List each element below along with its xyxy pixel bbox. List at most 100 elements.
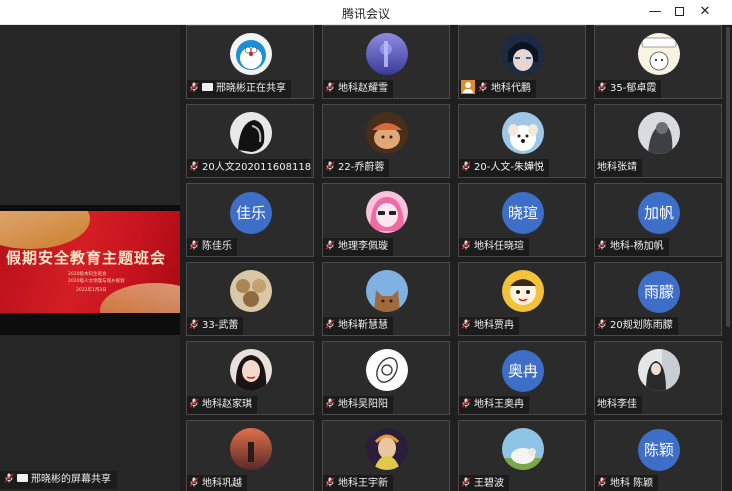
- participant-name-bar: 地科王奥冉: [459, 396, 529, 414]
- participant-tile[interactable]: 晓瑄 地科任晓瑄: [458, 183, 586, 257]
- participant-tile[interactable]: 33-武蕾: [186, 262, 314, 336]
- participant-name: 地科李佳: [597, 399, 637, 410]
- participant-tile[interactable]: 王碧波: [458, 420, 586, 491]
- slide-date: 2022年1月2日: [76, 288, 107, 293]
- slide-decoration: [0, 211, 90, 249]
- participant-tile[interactable]: 20人文202011608118...: [186, 104, 314, 178]
- muted-mic-icon: [325, 82, 335, 92]
- muted-mic-icon: [325, 161, 335, 171]
- participant-tile[interactable]: 地科王宇新: [322, 420, 450, 491]
- participant-tile[interactable]: 陈颖地科 陈颖: [594, 420, 722, 491]
- participant-name-bar: 地科-杨加帆: [595, 238, 669, 256]
- participant-tile[interactable]: 地科巩越: [186, 420, 314, 491]
- participant-avatar: [366, 112, 408, 154]
- close-button[interactable]: ✕: [694, 2, 716, 22]
- participant-avatar: [366, 33, 408, 75]
- participant-tile[interactable]: 地科贾冉: [458, 262, 586, 336]
- slide-subtitle: 2020级本科生班会: [68, 272, 107, 277]
- participant-name: 地科赵家琪: [202, 399, 252, 410]
- participant-avatar: 奥冉: [502, 350, 544, 392]
- screen-share-pane: 假期安全教育主题班会 2020级本科生班会 2020级人文地理与城乡规划 202…: [0, 25, 180, 491]
- participant-tile[interactable]: 雨朦 20规划陈雨朦: [594, 262, 722, 336]
- participant-tile[interactable]: 20-人文-朱嬅悦: [458, 104, 586, 178]
- muted-mic-icon: [461, 161, 471, 171]
- participant-name-bar: 地科王宇新: [323, 475, 393, 491]
- participant-name: 地科赵耀雪: [338, 83, 388, 94]
- maximize-button[interactable]: [668, 2, 690, 22]
- minimize-button[interactable]: —: [644, 2, 666, 22]
- participant-name-bar: 33-武蕾: [187, 317, 244, 335]
- participant-name: 20规划陈雨朦: [610, 320, 673, 331]
- participant-name: 22-乔蔚蓉: [338, 162, 385, 173]
- participant-name: 地科张靖: [597, 162, 637, 173]
- slide-subtitle: 2020级人文地理与城乡规划: [68, 279, 125, 284]
- participant-name: 地科-杨加帆: [610, 241, 664, 252]
- participant-tile[interactable]: 加帆地科-杨加帆: [594, 183, 722, 257]
- participant-name-bar: 22-乔蔚蓉: [323, 159, 390, 177]
- participant-name-bar: 地科吴阳阳: [323, 396, 393, 414]
- participant-avatar: 陈颖: [638, 429, 680, 471]
- participant-tile[interactable]: 地科代鹏: [458, 25, 586, 99]
- participant-avatar: [366, 428, 408, 470]
- participant-name-bar: 邢晓彬正在共享: [187, 80, 291, 98]
- participant-tile[interactable]: 35-郁卓霞: [594, 25, 722, 99]
- muted-mic-icon: [461, 477, 471, 487]
- participant-tile[interactable]: 邢晓彬正在共享: [186, 25, 314, 99]
- participant-name: 35-郁卓霞: [610, 83, 657, 94]
- grid-scrollbar[interactable]: [724, 25, 732, 491]
- participant-tile[interactable]: 22-乔蔚蓉: [322, 104, 450, 178]
- shared-screen-preview[interactable]: 假期安全教育主题班会 2020级本科生班会 2020级人文地理与城乡规划 202…: [0, 205, 180, 335]
- participant-name: 地科吴阳阳: [338, 399, 388, 410]
- participant-tile[interactable]: 地理李佩璇: [322, 183, 450, 257]
- muted-mic-icon: [597, 477, 607, 487]
- participant-name-bar: 地科赵家琪: [187, 396, 257, 414]
- participant-tile[interactable]: 地科赵耀雪: [322, 25, 450, 99]
- participant-name-bar: 地科靳慧慧: [323, 317, 393, 335]
- participant-tile[interactable]: 地科吴阳阳: [322, 341, 450, 415]
- participant-avatar: 加帆: [638, 192, 680, 234]
- participant-avatar: [366, 191, 408, 233]
- participant-name-bar: 地科巩越: [187, 475, 247, 491]
- muted-mic-icon: [478, 82, 488, 92]
- window-titlebar: 腾讯会议 — ✕: [0, 0, 732, 25]
- participant-name-bar: 王碧波: [459, 475, 509, 491]
- participant-name: 地科巩越: [202, 478, 242, 489]
- participant-name-bar: 地科赵耀雪: [323, 80, 393, 98]
- participant-avatar: [230, 349, 272, 391]
- participant-name: 邢晓彬正在共享: [216, 83, 286, 94]
- muted-mic-icon: [461, 319, 471, 329]
- participant-avatar: [502, 270, 544, 312]
- muted-mic-icon: [597, 82, 607, 92]
- muted-mic-icon: [597, 240, 607, 250]
- participant-tile[interactable]: 奥冉地科王奥冉: [458, 341, 586, 415]
- participant-tile[interactable]: 地科张靖: [594, 104, 722, 178]
- participant-name: 地理李佩璇: [338, 241, 388, 252]
- muted-mic-icon: [461, 398, 471, 408]
- participant-avatar: [230, 428, 272, 470]
- shared-slide: 假期安全教育主题班会 2020级本科生班会 2020级人文地理与城乡规划 202…: [0, 211, 180, 313]
- participant-avatar: [638, 349, 680, 391]
- participant-grid: 邢晓彬正在共享 地科赵耀雪 地科代鹏 35-郁卓霞 20人文202011608118..…: [180, 25, 732, 491]
- participant-avatar: [502, 428, 544, 470]
- participant-name-bar: 地科代鹏: [459, 80, 536, 98]
- participant-name: 陈佳乐: [202, 241, 232, 252]
- participant-avatar: [502, 112, 544, 154]
- participant-tile[interactable]: 地科赵家琪: [186, 341, 314, 415]
- participant-avatar: [638, 112, 680, 154]
- participant-avatar: [502, 33, 544, 75]
- muted-mic-icon: [189, 240, 199, 250]
- participant-name-bar: 地科 陈颖: [595, 475, 659, 491]
- participant-tile[interactable]: 地科李佳: [594, 341, 722, 415]
- muted-mic-icon: [4, 473, 14, 483]
- scrollbar-thumb[interactable]: [726, 27, 730, 327]
- screen-share-icon: [17, 474, 28, 482]
- screen-share-icon: [202, 83, 213, 91]
- participant-tile[interactable]: 地科靳慧慧: [322, 262, 450, 336]
- muted-mic-icon: [597, 319, 607, 329]
- window-title: 腾讯会议: [341, 7, 390, 21]
- participant-avatar: [366, 349, 408, 391]
- participant-name: 地科王宇新: [338, 478, 388, 489]
- screen-share-label: 邢晓彬的屏幕共享: [0, 471, 117, 489]
- participant-tile[interactable]: 佳乐 陈佳乐: [186, 183, 314, 257]
- participant-name: 地科代鹏: [491, 83, 531, 94]
